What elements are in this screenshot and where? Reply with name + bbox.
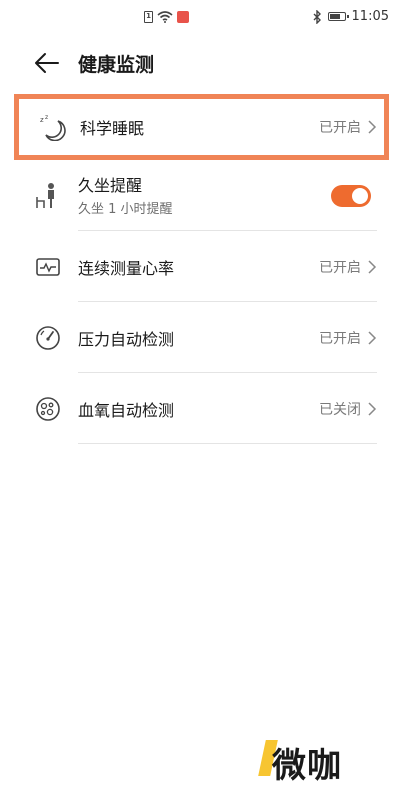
sleep-moon-icon: z z [40, 114, 66, 141]
watermark-text: 微咖 [272, 746, 342, 786]
bluetooth-icon [313, 9, 321, 24]
chevron-right-icon [368, 259, 377, 274]
item-scientific-sleep[interactable]: z z 科学睡眠 已开启 [14, 94, 389, 160]
page-title: 健康监测 [78, 54, 155, 76]
item-title: 久坐提醒 [78, 176, 143, 195]
item-subtitle: 久坐 1 小时提醒 [78, 202, 173, 217]
chevron-right-icon [368, 330, 377, 345]
item-status: 已开启 [319, 259, 361, 276]
toggle-knob [352, 187, 368, 204]
item-title: 血氧自动检测 [78, 400, 175, 420]
item-blood-oxygen-detection[interactable]: 血氧自动检测 已关闭 [34, 373, 377, 444]
battery-icon [327, 12, 349, 21]
sitting-person-icon [36, 182, 54, 208]
wifi-icon [157, 11, 173, 23]
item-continuous-heart-rate[interactable]: 连续测量心率 已开启 [34, 231, 377, 302]
chevron-right-icon [368, 401, 377, 416]
pressure-gauge-icon [36, 325, 60, 350]
item-status: 已关闭 [319, 401, 361, 418]
home-icon [177, 11, 189, 23]
chevron-right-icon [368, 120, 377, 134]
item-sedentary-reminder[interactable]: 久坐提醒 久坐 1 小时提醒 [34, 160, 377, 231]
status-bar: 1 11:05 [0, 0, 411, 36]
status-bar-center: 1 [144, 11, 189, 23]
svg-text:z: z [45, 114, 48, 121]
svg-text:z: z [40, 116, 44, 124]
heart-rate-monitor-icon [36, 257, 60, 276]
item-status: 已开启 [319, 330, 361, 347]
arrow-left-icon[interactable] [34, 50, 60, 76]
item-title: 压力自动检测 [78, 329, 175, 349]
item-stress-detection[interactable]: 压力自动检测 已开启 [34, 302, 377, 373]
item-status: 已开启 [319, 120, 361, 136]
header: 健康监测 [0, 40, 411, 88]
settings-list: z z 科学睡眠 已开启 久坐提醒 久坐 1 小时提醒 连续测量心率 已开启 压… [0, 94, 411, 444]
item-title: 连续测量心率 [78, 258, 175, 278]
status-bar-right: 11:05 [312, 9, 389, 24]
divider [78, 443, 377, 444]
item-title: 科学睡眠 [80, 119, 145, 138]
watermark-logo: 微咖 [258, 736, 372, 786]
status-time: 11:05 [351, 9, 389, 24]
sedentary-toggle[interactable] [331, 184, 371, 207]
sim-icon: 1 [144, 11, 153, 23]
blood-oxygen-icon [36, 396, 60, 421]
